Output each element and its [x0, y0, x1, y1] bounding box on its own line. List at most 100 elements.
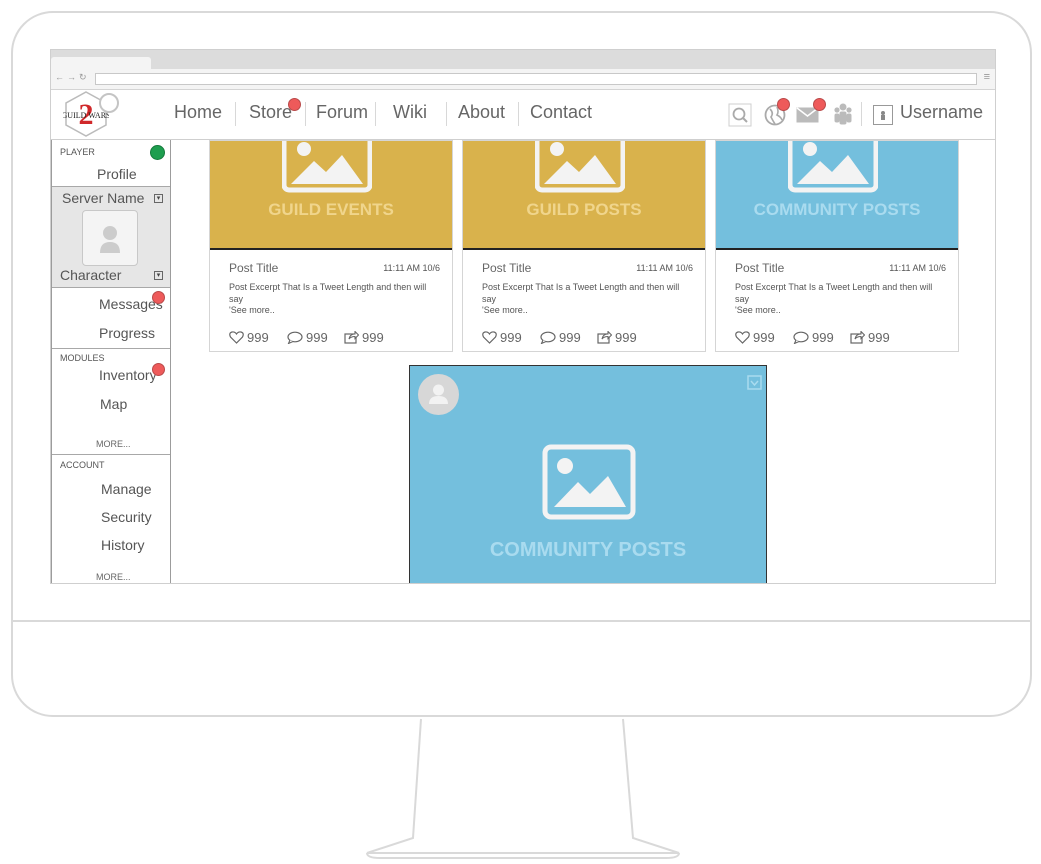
like-count: 999 — [753, 330, 775, 345]
heart-icon — [735, 331, 750, 344]
nav-wiki[interactable]: Wiki — [393, 102, 427, 123]
character-avatar[interactable] — [82, 210, 138, 266]
heart-icon — [229, 331, 244, 344]
see-more-link[interactable]: 'See more.. — [482, 305, 528, 315]
post-excerpt: Post Excerpt That Is a Tweet Length and … — [229, 282, 427, 304]
post-card-category: COMMUNITY POSTS — [753, 200, 921, 219]
share-count: 999 — [615, 330, 637, 345]
post-excerpt: Post Excerpt That Is a Tweet Length and … — [482, 282, 680, 304]
post-card-media[interactable]: GUILD POSTS — [463, 141, 705, 250]
sidebar-item-history[interactable]: History — [101, 537, 145, 553]
share-count: 999 — [362, 330, 384, 345]
username-link[interactable]: Username — [900, 102, 983, 123]
nav-forum[interactable]: Forum — [316, 102, 368, 123]
post-card[interactable]: GUILD EVENTS Post Title 11:11 AM 10/6 Po… — [209, 140, 453, 352]
like-button[interactable]: 999 — [229, 330, 269, 345]
sidebar-divider — [52, 287, 170, 288]
server-name-select[interactable]: Server Name — [62, 190, 144, 206]
nav-separator — [518, 102, 519, 126]
comment-icon — [540, 331, 556, 344]
browser-tab[interactable] — [51, 57, 151, 69]
post-excerpt: Post Excerpt That Is a Tweet Length and … — [735, 282, 933, 304]
see-more-link[interactable]: 'See more.. — [229, 305, 275, 315]
post-card-category: GUILD EVENTS — [268, 200, 394, 219]
comment-button[interactable]: 999 — [287, 330, 328, 345]
sidebar-section-modules: MODULES — [60, 353, 105, 363]
post-card[interactable]: COMMUNITY POSTS Post Title 11:11 AM 10/6… — [715, 140, 959, 352]
featured-post-category: COMMUNITY POSTS — [489, 539, 687, 561]
nav-separator — [446, 102, 447, 126]
nav-separator — [861, 102, 862, 126]
post-card-media[interactable]: GUILD EVENTS — [210, 141, 452, 250]
share-count: 999 — [868, 330, 890, 345]
logo-badge — [99, 93, 119, 113]
comment-count: 999 — [306, 330, 328, 345]
browser-nav-controls[interactable]: ←→↻ — [55, 72, 90, 83]
post-title[interactable]: Post Title — [735, 261, 784, 275]
comment-button[interactable]: 999 — [540, 330, 581, 345]
bookmark-icon[interactable] — [747, 375, 762, 390]
search-icon[interactable] — [728, 103, 752, 127]
share-button[interactable]: 999 — [344, 330, 384, 345]
post-card-media[interactable]: COMMUNITY POSTS — [716, 141, 958, 250]
share-button[interactable]: 999 — [850, 330, 890, 345]
sidebar-divider — [52, 348, 170, 349]
sidebar-divider — [52, 454, 170, 455]
sidebar: PLAYER Profile Server Name ▾ Character ▾… — [51, 140, 171, 583]
image-placeholder-icon — [535, 141, 625, 193]
like-button[interactable]: 999 — [482, 330, 522, 345]
sidebar-item-manage[interactable]: Manage — [101, 481, 152, 497]
group-icon[interactable] — [833, 102, 853, 126]
post-card[interactable]: GUILD POSTS Post Title 11:11 AM 10/6 Pos… — [462, 140, 706, 352]
online-status-dot — [150, 145, 165, 160]
share-icon — [344, 331, 359, 344]
share-icon — [850, 331, 865, 344]
post-card-category: GUILD POSTS — [526, 200, 642, 219]
image-placeholder-icon — [542, 444, 636, 520]
address-bar[interactable] — [95, 73, 977, 85]
user-icon[interactable] — [873, 105, 893, 125]
logo-wordmark: GUILD WARS — [63, 111, 109, 120]
featured-post-card[interactable]: COMMUNITY POSTS — [409, 365, 767, 583]
heart-icon — [482, 331, 497, 344]
browser-tab-strip — [51, 50, 995, 69]
browser-window: ←→↻ ≡ 2 GUILD WARS Home Store Forum Wiki… — [50, 49, 996, 584]
see-more-link[interactable]: 'See more.. — [735, 305, 781, 315]
account-more-link[interactable]: MORE... — [96, 572, 131, 582]
sidebar-item-security[interactable]: Security — [101, 509, 152, 525]
modules-more-link[interactable]: MORE... — [96, 439, 131, 449]
mail-notification-dot — [813, 98, 826, 111]
like-button[interactable]: 999 — [735, 330, 775, 345]
comment-icon — [793, 331, 809, 344]
nav-separator — [305, 102, 306, 126]
character-select[interactable]: Character — [60, 267, 121, 283]
messages-notification-dot — [152, 291, 165, 304]
store-notification-dot — [288, 98, 301, 111]
nav-separator — [235, 102, 236, 126]
chevron-down-icon[interactable]: ▾ — [154, 271, 163, 280]
sidebar-section-account: ACCOUNT — [60, 460, 105, 470]
like-count: 999 — [247, 330, 269, 345]
sidebar-item-profile[interactable]: Profile — [97, 166, 137, 182]
nav-store[interactable]: Store — [249, 102, 292, 123]
share-icon — [597, 331, 612, 344]
sidebar-item-inventory[interactable]: Inventory — [99, 367, 157, 383]
author-avatar[interactable] — [418, 374, 459, 415]
share-button[interactable]: 999 — [597, 330, 637, 345]
sidebar-item-progress[interactable]: Progress — [99, 325, 155, 341]
sidebar-section-player: PLAYER — [60, 147, 95, 157]
site-header: 2 GUILD WARS Home Store Forum Wiki About… — [51, 90, 995, 140]
post-title[interactable]: Post Title — [482, 261, 531, 275]
post-title[interactable]: Post Title — [229, 261, 278, 275]
like-count: 999 — [500, 330, 522, 345]
comment-button[interactable]: 999 — [793, 330, 834, 345]
post-timestamp: 11:11 AM 10/6 — [889, 263, 946, 273]
comment-icon — [287, 331, 303, 344]
nav-contact[interactable]: Contact — [530, 102, 592, 123]
chevron-down-icon[interactable]: ▾ — [154, 194, 163, 203]
globe-notification-dot — [777, 98, 790, 111]
nav-about[interactable]: About — [458, 102, 505, 123]
nav-home[interactable]: Home — [174, 102, 222, 123]
browser-menu-icon[interactable]: ≡ — [984, 71, 990, 83]
sidebar-item-map[interactable]: Map — [100, 396, 127, 412]
